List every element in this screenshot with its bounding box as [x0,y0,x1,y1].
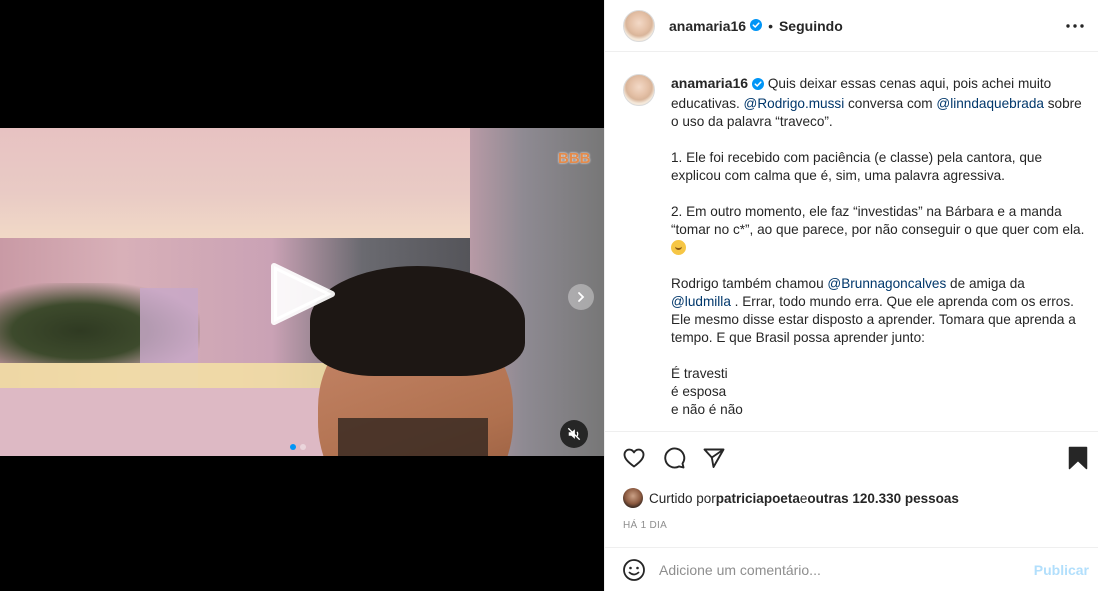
author-avatar[interactable] [623,9,655,42]
caption-line: É travesti [671,366,728,381]
caption-paragraph: 1. Ele foi recebido com paciência (e cla… [671,150,1043,183]
mention-link[interactable]: @Rodrigo.mussi [744,96,845,111]
mention-link[interactable]: @Brunnagoncalves [827,276,946,291]
caption-line: é esposa [671,384,727,399]
mention-link[interactable]: @ludmilla [671,294,731,309]
person-beard [338,418,488,456]
chevron-right-icon [578,292,585,302]
caption-author-avatar[interactable] [623,74,655,106]
caption-line: e não é não [671,402,743,417]
likes-count-link[interactable]: outras 120.330 pessoas [807,491,959,506]
header-separator: • [768,17,773,34]
play-icon[interactable] [268,262,338,326]
caption-text-segment: . Errar, todo mundo erra. Que ele aprend… [671,294,1076,345]
carousel-dot-active [290,444,296,450]
verified-badge-icon [750,18,763,34]
publish-button[interactable]: Publicar [1034,562,1089,578]
mention-link[interactable]: @linndaquebrada [936,96,1044,111]
speaker-muted-icon [567,427,581,441]
caption-text-segment: de amiga da [946,276,1025,291]
caption-text-segment: Rodrigo também chamou [671,276,828,291]
liker-username[interactable]: patriciapoeta [716,491,800,506]
more-horizontal-icon[interactable] [1065,16,1085,36]
verified-badge-icon [752,77,765,95]
caption-section: anamaria16 Quis deixar essas cenas aqui,… [605,52,1098,432]
grimacing-face-emoji-icon [671,240,686,255]
author-username[interactable]: anamaria16 [669,18,746,34]
likes-middle: e [799,490,808,506]
caption-paragraph: anamaria16 Quis deixar essas cenas aqui,… [671,74,1085,131]
caption-text-segment: conversa com [844,96,937,111]
caption-username[interactable]: anamaria16 [671,75,748,91]
smiley-icon[interactable] [621,557,647,583]
caption-text: anamaria16 Quis deixar essas cenas aqui,… [671,74,1085,431]
comment-composer: Publicar [605,547,1098,591]
instagram-post-modal: BBB anamaria16 • Seguindo anamaria16 Qui… [0,0,1098,591]
liker-avatar[interactable] [623,488,643,508]
post-timestamp[interactable]: HÁ 1 DIA [623,520,667,531]
video-brand-tag: BBB [558,150,591,167]
comment-icon[interactable] [661,445,687,471]
carousel-dot [300,444,306,450]
person-hair [310,266,525,376]
send-icon[interactable] [701,445,727,471]
carousel-indicator [290,444,306,450]
post-header: anamaria16 • Seguindo [605,0,1098,52]
caption-text-segment: 2. Em outro momento, ele faz “investidas… [671,204,1085,237]
following-button[interactable]: Seguindo [779,18,843,34]
likes-summary: Curtido por patriciapoeta e outras 120.3… [623,488,959,508]
post-media: BBB [0,0,604,591]
bookmark-icon[interactable] [1065,445,1091,471]
caption-paragraph: É travesti é esposa e não é não [671,365,1085,419]
caption-paragraph: Rodrigo também chamou @Brunnagoncalves d… [671,275,1085,347]
post-actions [605,443,1098,477]
carousel-next-button[interactable] [568,284,594,310]
heart-icon[interactable] [621,445,647,471]
post-sidebar: anamaria16 • Seguindo anamaria16 Quis de… [604,0,1098,591]
likes-prefix: Curtido por [649,490,716,506]
mute-toggle-button[interactable] [560,420,588,448]
caption-paragraph: 2. Em outro momento, ele faz “investidas… [671,203,1085,257]
comment-input[interactable] [659,561,1034,578]
